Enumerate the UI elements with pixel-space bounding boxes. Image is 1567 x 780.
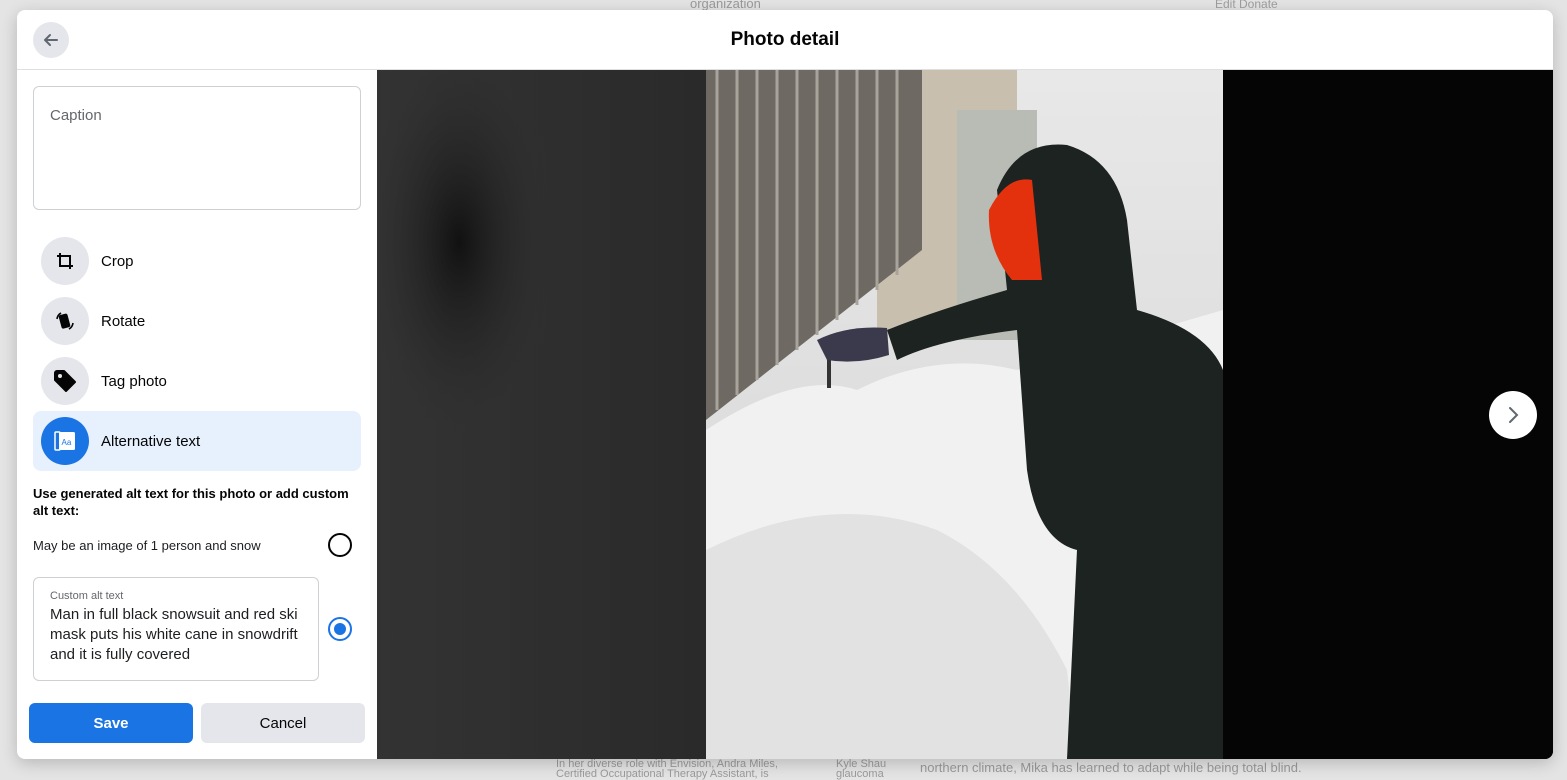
edit-sidebar: Crop Rotate Tag photo Aa Alternative tex…	[17, 70, 377, 759]
tag-icon	[41, 357, 89, 405]
menu-label: Crop	[101, 252, 134, 270]
generated-alt-text: May be an image of 1 person and snow	[33, 537, 261, 553]
rotate-icon	[41, 297, 89, 345]
svg-text:Aa: Aa	[62, 438, 72, 447]
crop-icon	[41, 237, 89, 285]
custom-alt-field[interactable]: Custom alt text Man in full black snowsu…	[33, 577, 319, 681]
bg-text: Edit Donate	[1215, 0, 1278, 11]
menu-label: Alternative text	[101, 432, 201, 450]
generated-alt-radio[interactable]	[328, 533, 352, 557]
caption-input[interactable]	[33, 86, 361, 210]
crop-button[interactable]: Crop	[33, 231, 361, 291]
edit-menu: Crop Rotate Tag photo Aa Alternative tex…	[33, 231, 361, 471]
dialog-header: Photo detail	[17, 10, 1553, 70]
custom-alt-radio[interactable]	[328, 617, 352, 641]
rotate-button[interactable]: Rotate	[33, 291, 361, 351]
action-buttons: Save Cancel	[29, 703, 365, 743]
bg-text: Certified Occupational Therapy Assistant…	[556, 768, 769, 780]
photo	[377, 70, 1553, 759]
alt-text-heading: Use generated alt text for this photo or…	[33, 486, 349, 518]
custom-alt-value[interactable]: Man in full black snowsuit and red ski m…	[50, 605, 302, 665]
menu-label: Tag photo	[101, 372, 167, 390]
photo-detail-dialog: Photo detail Crop Rotate Tag photo Aa Al…	[17, 10, 1553, 759]
custom-alt-label: Custom alt text	[50, 590, 124, 602]
alt-text-icon: Aa	[41, 417, 89, 465]
next-photo-button[interactable]	[1489, 391, 1537, 439]
bg-text: northern climate, Mika has learned to ad…	[920, 760, 1302, 775]
menu-label: Rotate	[101, 312, 146, 330]
page-title: Photo detail	[730, 28, 840, 50]
save-button[interactable]: Save	[29, 703, 193, 743]
custom-alt-option: Custom alt text Man in full black snowsu…	[33, 577, 361, 681]
cancel-button[interactable]: Cancel	[201, 703, 365, 743]
alternative-text-button[interactable]: Aa Alternative text	[33, 411, 361, 471]
bg-text: glaucoma	[836, 768, 884, 780]
arrow-left-icon	[44, 34, 58, 46]
back-button[interactable]	[33, 22, 69, 58]
chevron-right-icon	[1509, 407, 1519, 423]
generated-alt-option[interactable]: May be an image of 1 person and snow	[33, 533, 361, 557]
tag-photo-button[interactable]: Tag photo	[33, 351, 361, 411]
photo-viewer	[377, 70, 1553, 759]
